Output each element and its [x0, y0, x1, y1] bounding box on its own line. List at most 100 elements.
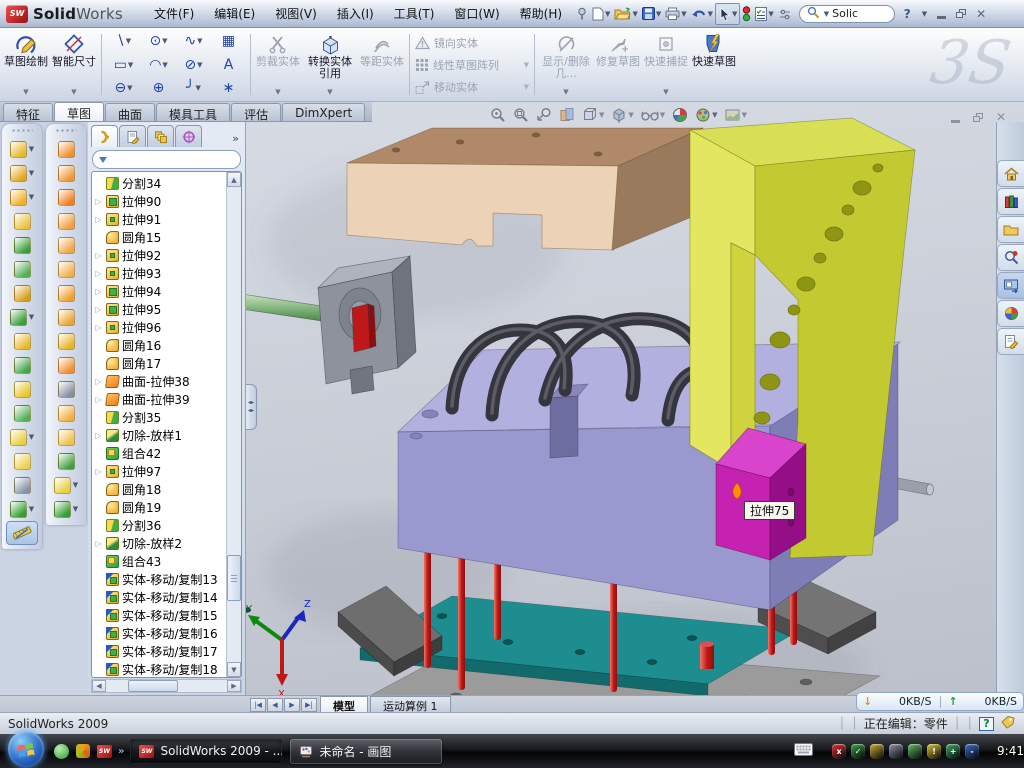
options-button[interactable] [776, 3, 794, 25]
tree-item[interactable]: 实体-移动/复制16 [94, 624, 226, 642]
rapid-sketch-button[interactable]: 快速草图 [690, 30, 738, 99]
tree-item[interactable]: 圆角19 [94, 498, 226, 516]
tab-mold-tools[interactable]: 模具工具 [156, 103, 230, 121]
knit-surface-button[interactable] [46, 305, 86, 329]
3d-model-canvas[interactable]: Y Z X [246, 102, 1024, 695]
tree-expander[interactable]: ▷ [94, 323, 103, 332]
chamfer-button[interactable] [2, 209, 42, 233]
smart-dimension-button[interactable]: 智能尺寸▼ [50, 30, 98, 99]
hide-show-items-button[interactable]: ▼ [641, 109, 665, 122]
fillet-dropdown[interactable]: ▼ [29, 193, 34, 201]
rib-button[interactable] [2, 329, 42, 353]
new-document-dropdown[interactable]: ▼ [605, 10, 610, 18]
move-copy-body-button[interactable] [2, 401, 42, 425]
toolbar-grip[interactable] [11, 128, 33, 133]
taskpane-file-explorer[interactable] [997, 216, 1024, 243]
lofted-surface-button[interactable] [46, 209, 86, 233]
display-style-button[interactable]: ▼ [611, 107, 633, 123]
smart-dimension-dropdown[interactable]: ▼ [71, 86, 76, 99]
delete-face-button[interactable] [46, 377, 86, 401]
tag-icon[interactable] [1000, 715, 1016, 732]
tree-expander[interactable]: ▷ [94, 251, 103, 260]
apply-scene-button[interactable]: ▼ [695, 107, 717, 123]
tree-expander[interactable]: ▷ [94, 287, 103, 296]
curve-dropdown[interactable]: ▼ [29, 505, 34, 513]
fillet-button[interactable]: ▼ [2, 185, 42, 209]
tree-expander[interactable]: ▷ [94, 431, 103, 440]
toolbar-grip[interactable] [55, 128, 77, 133]
menu-file[interactable]: 文件(F) [144, 1, 204, 26]
traffic-light-button[interactable] [740, 3, 753, 25]
menu-edit[interactable]: 编辑(E) [204, 1, 265, 26]
panel-tab-propertymanager[interactable] [119, 125, 146, 147]
minimize-button[interactable] [937, 16, 946, 19]
feature-wizard-button[interactable] [2, 281, 42, 305]
tree-item[interactable]: 圆角17 [94, 354, 226, 372]
tree-item[interactable]: ▷拉伸97 [94, 462, 226, 480]
quicklaunch-messenger[interactable] [54, 744, 69, 759]
taskbar-window-paint[interactable]: 未命名 - 画图 [290, 739, 442, 764]
tree-expander[interactable]: ▷ [94, 467, 103, 476]
arc-tool[interactable]: ◠▼ [142, 57, 175, 73]
tree-expander[interactable]: ▷ [94, 395, 103, 404]
tree-item[interactable]: ▷曲面-拉伸39 [94, 390, 226, 408]
hide-show-items-dropdown[interactable]: ▼ [660, 111, 665, 119]
tree-expander[interactable]: ▷ [94, 197, 103, 206]
taskpane-view-palette[interactable] [997, 272, 1024, 299]
thicken-button[interactable] [46, 329, 86, 353]
taskpane-search[interactable] [997, 244, 1024, 271]
convert-entities-dropdown[interactable]: ▼ [327, 86, 332, 99]
tray-messenger-status-icon[interactable]: - [965, 744, 979, 759]
menu-help[interactable]: 帮助(H) [510, 1, 572, 26]
taskpane-design-library[interactable] [997, 188, 1024, 215]
quicklaunch-solidworks-quick[interactable]: SW [97, 745, 112, 758]
doc-restore-button[interactable] [973, 113, 983, 122]
tree-expander[interactable]: ▷ [94, 539, 103, 548]
model-tab-nav-prev[interactable]: ◀ [267, 698, 283, 712]
scroll-right-button[interactable]: ▶ [227, 680, 241, 692]
combine-bodies-button[interactable] [2, 353, 42, 377]
tree-item[interactable]: 实体-移动/复制18 [94, 660, 226, 677]
part-sprue-bushing[interactable] [246, 256, 416, 394]
tree-item[interactable]: ▷拉伸90 [94, 192, 226, 210]
sketch-fillet-tool[interactable]: ╯▼ [177, 80, 210, 96]
panel-tabs-overflow[interactable]: » [228, 132, 243, 147]
view-settings-button[interactable]: ▼ [725, 108, 747, 122]
model-tab-nav-first[interactable]: |◀ [250, 698, 266, 712]
coordinate-system-button[interactable] [2, 473, 42, 497]
select-dropdown[interactable]: ▼ [732, 10, 737, 18]
tree-item[interactable]: 圆角16 [94, 336, 226, 354]
tree-expander[interactable]: ▷ [94, 305, 103, 314]
swept-surface-button[interactable] [46, 137, 86, 161]
tree-item[interactable]: ▷拉伸92 [94, 246, 226, 264]
tray-sync-icon[interactable] [908, 744, 922, 759]
select-button[interactable]: ▼ [715, 3, 740, 25]
text-tool[interactable]: A [212, 57, 245, 73]
scroll-left-button[interactable]: ◀ [92, 680, 106, 692]
tree-item[interactable]: 实体-移动/复制14 [94, 588, 226, 606]
tray-network-warning-icon[interactable]: ! [927, 744, 941, 759]
part-guide-pin[interactable] [898, 478, 934, 495]
open-button[interactable]: ▼ [612, 3, 639, 25]
measure-button[interactable] [6, 521, 38, 545]
line-dropdown[interactable]: ▼ [126, 37, 131, 45]
zoom-fit-button[interactable] [490, 107, 506, 123]
tray-security-alert-icon[interactable]: x [832, 744, 846, 759]
scroll-up-button[interactable]: ▲ [227, 172, 241, 187]
reference-geometry-dropdown[interactable]: ▼ [29, 433, 34, 441]
circle-dropdown[interactable]: ▼ [162, 37, 167, 45]
graphics-viewport[interactable]: Y Z X ▼▼▼▼▼ ✕ 拉伸75 [246, 102, 1024, 695]
circle-tool[interactable]: ⊙▼ [142, 33, 175, 49]
tree-item[interactable]: ▷切除-放样2 [94, 534, 226, 552]
extruded-cut-button[interactable]: ▼ [2, 161, 42, 185]
model-tab-motion-study-1[interactable]: 运动算例 1 [370, 696, 451, 712]
taskbar-window-solidworks[interactable]: SWSolidWorks 2009 - ... [130, 739, 282, 764]
tray-defender-shield-icon[interactable]: + [946, 744, 960, 759]
restore-button[interactable] [956, 9, 966, 18]
tree-item[interactable]: 圆角18 [94, 480, 226, 498]
panel-tab-dimxpertmanager[interactable] [175, 125, 202, 147]
open-dropdown[interactable]: ▼ [632, 10, 637, 18]
input-keyboard-icon[interactable] [794, 743, 813, 759]
ellipse-tool[interactable]: ⊘▼ [177, 57, 210, 73]
zoom-to-selection-button[interactable] [536, 107, 552, 123]
